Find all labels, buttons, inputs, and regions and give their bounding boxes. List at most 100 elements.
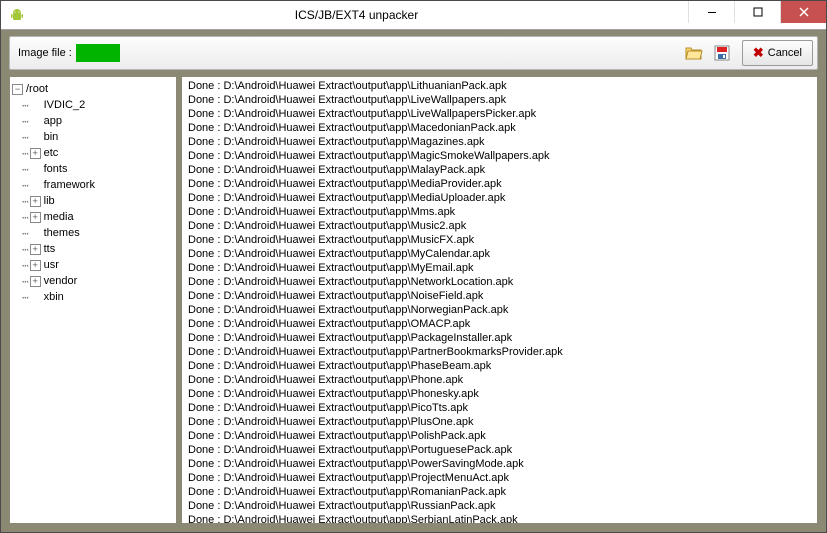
- cancel-label: Cancel: [768, 47, 802, 59]
- android-icon: [9, 7, 25, 23]
- log-line: Done : D:\Android\Huawei Extract\output\…: [188, 513, 811, 524]
- log-line: Done : D:\Android\Huawei Extract\output\…: [188, 219, 811, 233]
- tree-item-label: tts: [44, 243, 56, 255]
- log-line: Done : D:\Android\Huawei Extract\output\…: [188, 149, 811, 163]
- cancel-button[interactable]: ✖ Cancel: [742, 40, 813, 66]
- tree-spacer: [30, 180, 41, 191]
- tree-item[interactable]: ⋯+lib: [12, 193, 174, 209]
- tree-root[interactable]: −/root: [12, 81, 174, 97]
- tree-item-label: app: [44, 115, 62, 127]
- tree-line-icon: ⋯: [22, 163, 28, 176]
- minimize-button[interactable]: [688, 1, 734, 23]
- log-line: Done : D:\Android\Huawei Extract\output\…: [188, 387, 811, 401]
- window-controls: [688, 1, 826, 29]
- log-line: Done : D:\Android\Huawei Extract\output\…: [188, 485, 811, 499]
- log-line: Done : D:\Android\Huawei Extract\output\…: [188, 303, 811, 317]
- tree-item[interactable]: ⋯+vendor: [12, 273, 174, 289]
- tree-line-icon: ⋯: [22, 259, 28, 272]
- tree-spacer: [30, 100, 41, 111]
- tree-spacer: [30, 132, 41, 143]
- cancel-x-icon: ✖: [753, 45, 764, 61]
- log-line: Done : D:\Android\Huawei Extract\output\…: [188, 331, 811, 345]
- expand-icon[interactable]: +: [30, 276, 41, 287]
- log-line: Done : D:\Android\Huawei Extract\output\…: [188, 93, 811, 107]
- save-button[interactable]: [709, 40, 735, 66]
- log-line: Done : D:\Android\Huawei Extract\output\…: [188, 317, 811, 331]
- tree-spacer: [30, 292, 41, 303]
- expand-icon[interactable]: +: [30, 148, 41, 159]
- content-area: −/root⋯IVDIC_2⋯app⋯bin⋯+etc⋯fonts⋯framew…: [9, 76, 818, 524]
- log-line: Done : D:\Android\Huawei Extract\output\…: [188, 191, 811, 205]
- tree-line-icon: ⋯: [22, 275, 28, 288]
- collapse-icon[interactable]: −: [12, 84, 23, 95]
- log-line: Done : D:\Android\Huawei Extract\output\…: [188, 205, 811, 219]
- open-folder-button[interactable]: [681, 40, 707, 66]
- tree-item[interactable]: ⋯ fonts: [12, 161, 174, 177]
- tree-line-icon: ⋯: [22, 115, 28, 128]
- log-line: Done : D:\Android\Huawei Extract\output\…: [188, 443, 811, 457]
- log-line: Done : D:\Android\Huawei Extract\output\…: [188, 163, 811, 177]
- log-line: Done : D:\Android\Huawei Extract\output\…: [188, 457, 811, 471]
- tree-item-label: usr: [44, 259, 59, 271]
- log-line: Done : D:\Android\Huawei Extract\output\…: [188, 177, 811, 191]
- tree-item[interactable]: ⋯ app: [12, 113, 174, 129]
- tree-spacer: [30, 164, 41, 175]
- expand-icon[interactable]: +: [30, 196, 41, 207]
- tree-item[interactable]: ⋯ themes: [12, 225, 174, 241]
- tree-line-icon: ⋯: [22, 179, 28, 192]
- tree-spacer: [30, 116, 41, 127]
- titlebar: ICS/JB/EXT4 unpacker: [1, 1, 826, 30]
- log-line: Done : D:\Android\Huawei Extract\output\…: [188, 499, 811, 513]
- tree-item-label: IVDIC_2: [44, 99, 86, 111]
- tree-line-icon: ⋯: [22, 211, 28, 224]
- tree-item-label: lib: [44, 195, 55, 207]
- log-line: Done : D:\Android\Huawei Extract\output\…: [188, 247, 811, 261]
- log-line: Done : D:\Android\Huawei Extract\output\…: [188, 345, 811, 359]
- log-line: Done : D:\Android\Huawei Extract\output\…: [188, 79, 811, 93]
- log-line: Done : D:\Android\Huawei Extract\output\…: [188, 135, 811, 149]
- log-line: Done : D:\Android\Huawei Extract\output\…: [188, 415, 811, 429]
- image-file-label: Image file :: [14, 47, 76, 59]
- log-line: Done : D:\Android\Huawei Extract\output\…: [188, 107, 811, 121]
- tree-item[interactable]: ⋯bin: [12, 129, 174, 145]
- tree-line-icon: ⋯: [22, 243, 28, 256]
- tree-line-icon: ⋯: [22, 227, 28, 240]
- app-window: ICS/JB/EXT4 unpacker Image file : ✖ Canc…: [0, 0, 827, 533]
- log-line: Done : D:\Android\Huawei Extract\output\…: [188, 401, 811, 415]
- window-title: ICS/JB/EXT4 unpacker: [25, 8, 688, 22]
- tree-item-label: vendor: [44, 275, 78, 287]
- tree-item[interactable]: ⋯+etc: [12, 145, 174, 161]
- tree-item[interactable]: ⋯ framework: [12, 177, 174, 193]
- expand-icon[interactable]: +: [30, 212, 41, 223]
- progress-indicator: [76, 44, 120, 62]
- tree-item-label: bin: [44, 131, 59, 143]
- log-line: Done : D:\Android\Huawei Extract\output\…: [188, 289, 811, 303]
- tree-item[interactable]: ⋯+tts: [12, 241, 174, 257]
- log-line: Done : D:\Android\Huawei Extract\output\…: [188, 233, 811, 247]
- tree-item-label: themes: [44, 227, 80, 239]
- tree-spacer: [30, 228, 41, 239]
- log-line: Done : D:\Android\Huawei Extract\output\…: [188, 359, 811, 373]
- expand-icon[interactable]: +: [30, 260, 41, 271]
- tree-item[interactable]: ⋯+media: [12, 209, 174, 225]
- tree-item-label: etc: [44, 147, 59, 159]
- log-line: Done : D:\Android\Huawei Extract\output\…: [188, 373, 811, 387]
- tree-item[interactable]: ⋯xbin: [12, 289, 174, 305]
- log-output[interactable]: Done : D:\Android\Huawei Extract\output\…: [181, 76, 818, 524]
- tree-line-icon: ⋯: [22, 195, 28, 208]
- tree-item-label: fonts: [44, 163, 68, 175]
- tree-line-icon: ⋯: [22, 147, 28, 160]
- toolbar: Image file : ✖ Cancel: [9, 36, 818, 70]
- tree-item-label: xbin: [44, 291, 64, 303]
- expand-icon[interactable]: +: [30, 244, 41, 255]
- close-button[interactable]: [780, 1, 826, 23]
- directory-tree[interactable]: −/root⋯IVDIC_2⋯app⋯bin⋯+etc⋯fonts⋯framew…: [9, 76, 177, 524]
- tree-item-label: framework: [44, 179, 95, 191]
- tree-line-icon: ⋯: [22, 99, 28, 112]
- maximize-button[interactable]: [734, 1, 780, 23]
- log-line: Done : D:\Android\Huawei Extract\output\…: [188, 121, 811, 135]
- log-line: Done : D:\Android\Huawei Extract\output\…: [188, 429, 811, 443]
- log-line: Done : D:\Android\Huawei Extract\output\…: [188, 275, 811, 289]
- tree-item[interactable]: ⋯+usr: [12, 257, 174, 273]
- tree-item[interactable]: ⋯ IVDIC_2: [12, 97, 174, 113]
